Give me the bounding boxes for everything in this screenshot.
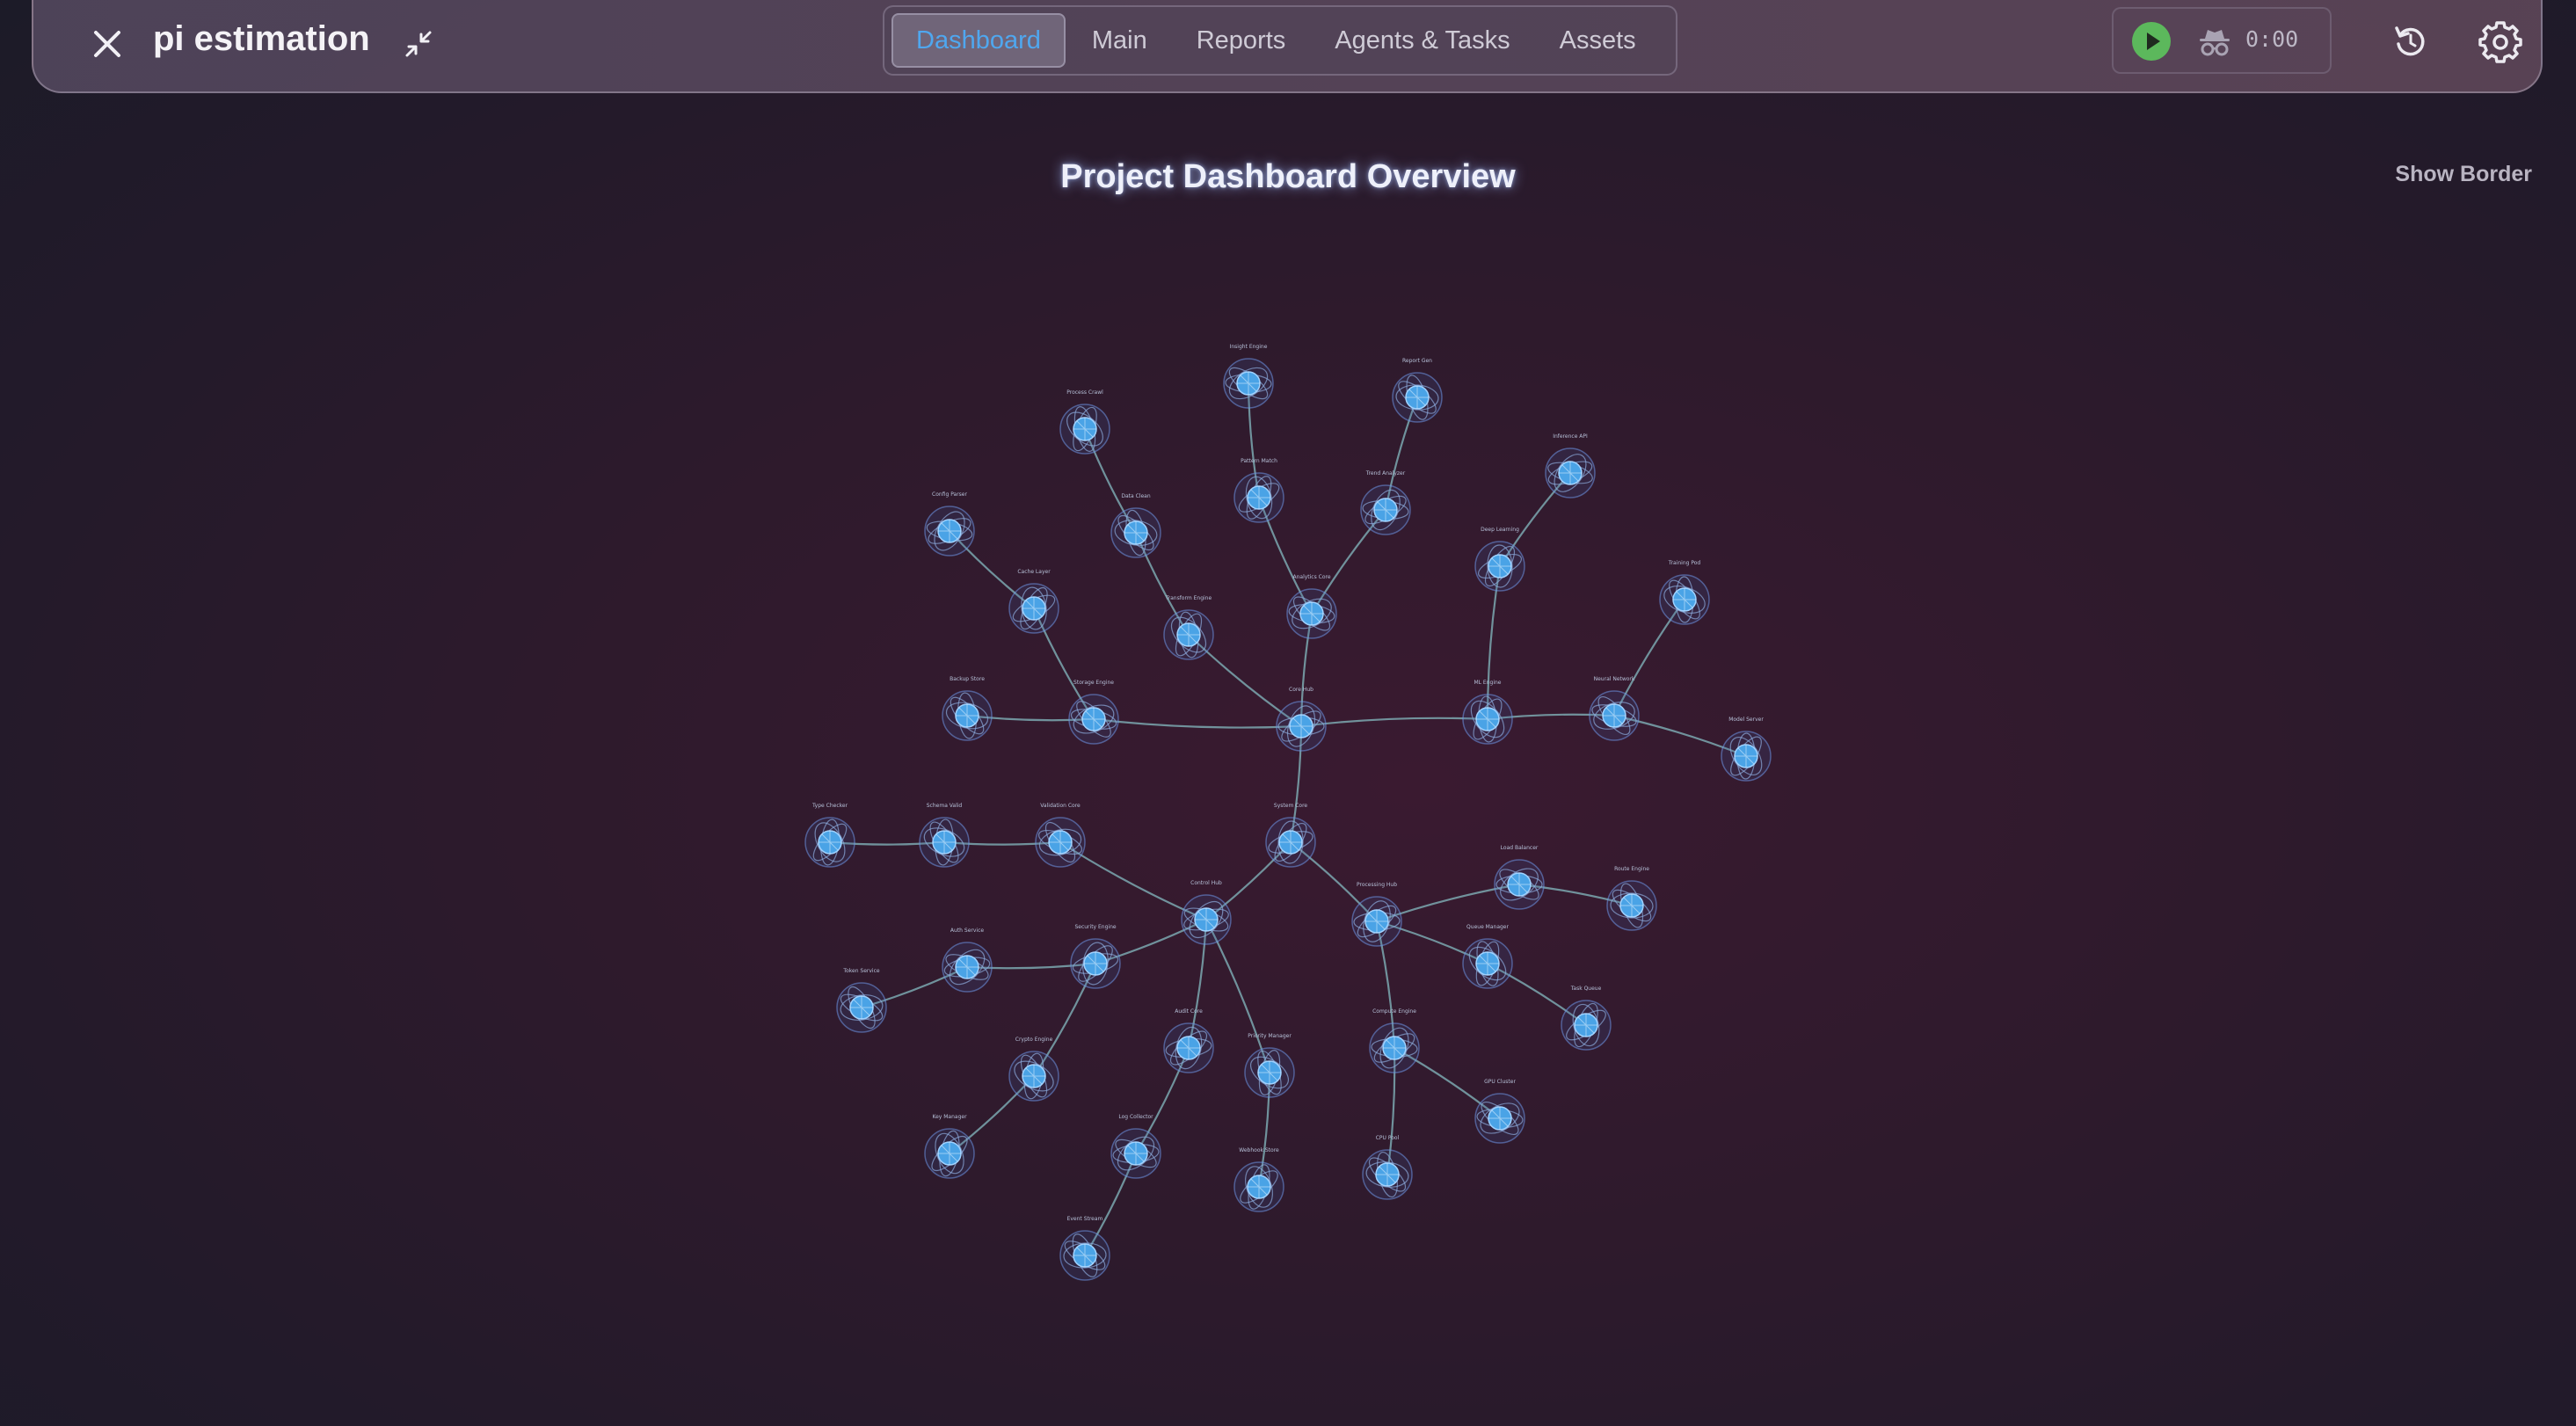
graph-node-label: Task Queue xyxy=(1570,986,1602,992)
graph-node-analytics-core[interactable]: Analytics Core xyxy=(1286,574,1337,639)
graph-node-label: Priority Manager xyxy=(1248,1033,1292,1039)
graph-node-label: Analytics Core xyxy=(1292,574,1330,580)
graph-node-label: Load Balancer xyxy=(1501,845,1539,851)
graph-node-cache-layer[interactable]: Cache Layer xyxy=(1008,569,1059,634)
graph-node-label: Event Stream xyxy=(1067,1216,1103,1222)
graph-node-label: Key Manager xyxy=(932,1114,967,1120)
graph-node-insight-engine[interactable]: Insight Engine xyxy=(1223,344,1274,409)
graph-node-label: Processing Hub xyxy=(1357,882,1397,888)
graph-node-label: Log Collector xyxy=(1118,1114,1153,1120)
graph-node-load-balancer[interactable]: Load Balancer xyxy=(1494,845,1545,910)
graph-node-label: CPU Pool xyxy=(1376,1135,1400,1141)
graph-node-validation-core[interactable]: Validation Core xyxy=(1035,803,1086,868)
graph-node-label: Config Parser xyxy=(932,491,967,498)
graph-node-processing-hub[interactable]: Processing Hub xyxy=(1351,882,1402,947)
graph-node-label: Webhook Store xyxy=(1239,1147,1279,1153)
graph-node-label: Report Gen xyxy=(1402,358,1432,364)
graph-node-label: Validation Core xyxy=(1040,803,1081,809)
graph-node-label: ML Engine xyxy=(1474,680,1502,686)
graph-node-label: Audit Core xyxy=(1175,1008,1203,1015)
graph-node-label: Backup Store xyxy=(950,676,985,682)
graph-node-key-manager[interactable]: Key Manager xyxy=(924,1114,975,1179)
graph-node-model-server[interactable]: Model Server xyxy=(1721,717,1772,782)
graph-node-label: Crypto Engine xyxy=(1015,1037,1053,1043)
graph-node-label: Core Hub xyxy=(1289,687,1313,693)
graph-node-neural-network[interactable]: Neural Network xyxy=(1589,676,1640,741)
graph-node-control-hub[interactable]: Control Hub xyxy=(1181,880,1232,945)
graph-node-webhook-store[interactable]: Webhook Store xyxy=(1233,1147,1284,1212)
graph-node-label: Storage Engine xyxy=(1073,680,1114,686)
graph-node-label: Type Checker xyxy=(811,803,848,809)
graph-node-task-queue[interactable]: Task Queue xyxy=(1561,986,1612,1051)
graph-node-type-checker[interactable]: Type Checker xyxy=(804,803,855,868)
graph-edge xyxy=(1093,717,1302,729)
graph-node-auth-service[interactable]: Auth Service xyxy=(942,928,993,993)
graph-node-label: Token Service xyxy=(842,968,879,974)
graph-node-inference-api[interactable]: Inference API xyxy=(1545,433,1596,498)
graph-node-label: Neural Network xyxy=(1594,676,1635,682)
graph-node-security-engine[interactable]: Security Engine xyxy=(1070,924,1121,989)
graph-node-core-hub[interactable]: Core Hub xyxy=(1276,687,1327,752)
graph-node-token-service[interactable]: Token Service xyxy=(836,968,887,1033)
graph-node-audit-core[interactable]: Audit Core xyxy=(1163,1008,1214,1073)
graph-node-label: System Core xyxy=(1274,803,1307,809)
graph-node-report-gen[interactable]: Report Gen xyxy=(1392,358,1443,423)
graph-node-queue-manager[interactable]: Queue Manager xyxy=(1462,924,1513,989)
graph-node-label: Control Hub xyxy=(1190,880,1222,886)
graph-nodes: Core Hub Insight Engine Report Gen Process … xyxy=(804,344,1772,1281)
graph-node-label: GPU Cluster xyxy=(1484,1079,1516,1085)
network-graph: Core Hub Insight Engine Report Gen Process … xyxy=(804,344,1772,1281)
graph-node-backup-store[interactable]: Backup Store xyxy=(942,676,993,741)
graph-node-label: Deep Learning xyxy=(1481,527,1519,533)
graph-node-label: Compute Engine xyxy=(1372,1008,1416,1015)
graph-node-label: Insight Engine xyxy=(1230,344,1268,350)
graph-node-label: Auth Service xyxy=(950,928,984,934)
graph-node-label: Inference API xyxy=(1553,433,1588,440)
graph-node-gpu-cluster[interactable]: GPU Cluster xyxy=(1474,1079,1525,1144)
graph-node-label: Training Pod xyxy=(1668,560,1701,566)
graph-node-label: Queue Manager xyxy=(1466,924,1509,930)
graph-node-label: Process Crawl xyxy=(1066,389,1103,396)
graph-edge xyxy=(1300,717,1488,728)
graph-node-label: Cache Layer xyxy=(1017,569,1051,575)
graph-node-process-crawl[interactable]: Process Crawl xyxy=(1059,389,1110,455)
graph-node-training-pod[interactable]: Training Pod xyxy=(1659,560,1710,625)
graph-node-label: Model Server xyxy=(1728,717,1764,723)
graph-node-label: Pattern Match xyxy=(1241,458,1277,464)
graph-node-storage-engine[interactable]: Storage Engine xyxy=(1068,680,1119,745)
graph-node-config-parser[interactable]: Config Parser xyxy=(924,491,975,557)
graph-node-route-engine[interactable]: Route Engine xyxy=(1606,866,1657,931)
graph-node-priority-manager[interactable]: Priority Manager xyxy=(1244,1033,1295,1098)
graph-node-cpu-pool[interactable]: CPU Pool xyxy=(1362,1135,1413,1200)
graph-node-label: Schema Valid xyxy=(927,803,963,809)
graph-node-label: Trend Analyzer xyxy=(1365,470,1406,477)
graph-node-label: Security Engine xyxy=(1074,924,1116,930)
graph-node-compute-engine[interactable]: Compute Engine xyxy=(1369,1008,1420,1073)
graph-node-schema-valid[interactable]: Schema Valid xyxy=(919,803,970,868)
graph-node-label: Route Engine xyxy=(1614,866,1649,872)
graph-node-label: Transform Engine xyxy=(1165,595,1212,601)
graph-node-deep-learning[interactable]: Deep Learning xyxy=(1474,527,1525,592)
graph-node-label: Data Clean xyxy=(1121,493,1150,499)
graph-node-trend-analyzer[interactable]: Trend Analyzer xyxy=(1360,470,1411,535)
graph-node-system-core[interactable]: System Core xyxy=(1265,803,1316,868)
graph-node-crypto-engine[interactable]: Crypto Engine xyxy=(1008,1037,1059,1102)
graph-node-pattern-match[interactable]: Pattern Match xyxy=(1233,458,1284,523)
